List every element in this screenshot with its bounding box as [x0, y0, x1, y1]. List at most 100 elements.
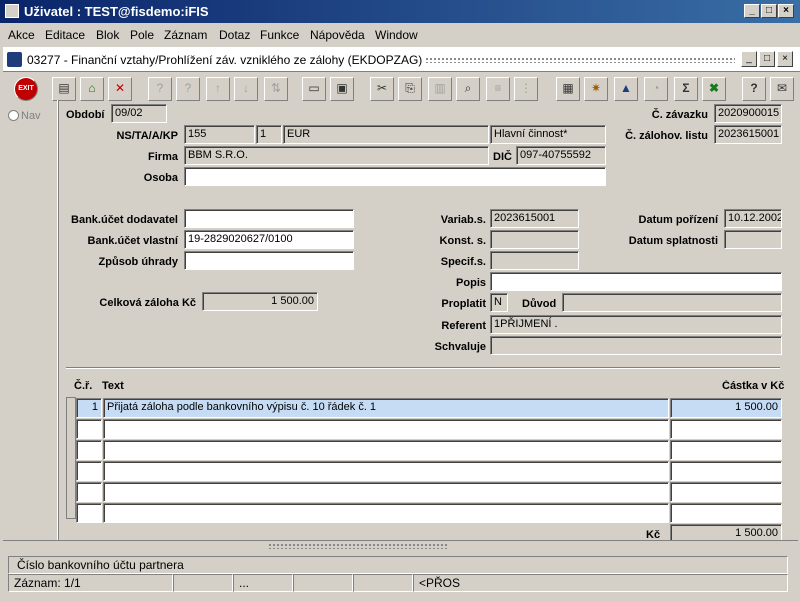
save-icon[interactable]: ⌂ [80, 77, 104, 101]
zpusob-field[interactable] [184, 251, 354, 270]
duvod-field[interactable] [562, 293, 782, 312]
exit-icon[interactable]: EXIT [14, 77, 38, 101]
form-title: 03277 - Finanční vztahy/Prohlížení záv. … [27, 53, 423, 67]
specif-field[interactable] [490, 251, 579, 270]
print-preview-icon[interactable]: ▣ [330, 77, 354, 101]
copy-icon[interactable]: ⎘ [398, 77, 422, 101]
cell-castka[interactable] [670, 440, 782, 460]
c-zavazku-field[interactable]: 2020900015 [714, 104, 782, 123]
obdobi-field[interactable]: 09/02 [111, 104, 167, 123]
label-celkova: Celková záloha Kč [99, 297, 196, 309]
minimize-button[interactable]: _ [744, 4, 760, 18]
cell-cr[interactable] [76, 419, 102, 439]
konst-field[interactable] [490, 230, 579, 249]
columns-icon[interactable]: ⋮ [514, 77, 538, 101]
insert-record-icon[interactable]: ▤ [52, 77, 76, 101]
dic-field[interactable]: 097-40755592 [516, 146, 606, 165]
sort-icon[interactable]: ⇅ [264, 77, 288, 101]
list-icon[interactable]: ≡ [486, 77, 510, 101]
left-panel [3, 100, 58, 540]
proplatit-field[interactable]: N [490, 293, 508, 312]
form-close-button[interactable]: × [777, 51, 793, 67]
delete-record-icon[interactable]: ✕ [108, 77, 132, 101]
menu-napoveda[interactable]: Nápověda [310, 28, 365, 42]
nav-label: Nav [21, 110, 41, 122]
celkova-field[interactable]: 1 500.00 [202, 292, 318, 311]
toolbar: EXIT ▤ ⌂ ✕ ? ? ↑ ↓ ⇅ ▭ ▣ ✂ ⎘ ▥ ⌕ ≡ ⋮ ▦ ✷… [8, 74, 800, 104]
cell-castka[interactable] [670, 461, 782, 481]
cell-text[interactable] [103, 503, 669, 523]
nav-radio[interactable]: Nav [8, 110, 41, 122]
chart-icon[interactable]: ▲ [614, 77, 638, 101]
referent-field[interactable]: 1PŘIJMENÍ . [490, 315, 782, 334]
form-maximize-button[interactable]: □ [759, 51, 775, 67]
find-icon[interactable]: ⌕ [456, 77, 480, 101]
help-icon[interactable]: ? [742, 77, 766, 101]
excel-icon[interactable]: ✖ [702, 77, 726, 101]
cell-castka[interactable] [670, 503, 782, 523]
schvaluje-field[interactable] [490, 336, 782, 355]
datum-spl-field[interactable] [724, 230, 782, 249]
clock-icon[interactable]: ◔ [644, 77, 668, 101]
cell-cr[interactable] [76, 482, 102, 502]
bank-dod-field[interactable] [184, 209, 354, 228]
sort-asc-icon[interactable]: ↑ [206, 77, 230, 101]
datum-por-field[interactable]: 10.12.2002 [724, 209, 782, 228]
firma-field[interactable]: BBM S.R.O. [184, 146, 489, 165]
osoba-field[interactable] [184, 167, 606, 186]
sort-desc-icon[interactable]: ↓ [234, 77, 258, 101]
separator [66, 367, 780, 369]
cell-text[interactable] [103, 482, 669, 502]
horizontal-scrollbar[interactable] [3, 540, 798, 551]
mail-icon[interactable]: ✉ [770, 77, 794, 101]
cell-text[interactable] [103, 419, 669, 439]
close-button[interactable]: × [778, 4, 794, 18]
ta-field[interactable]: 1 [256, 125, 282, 144]
ns-field[interactable]: 155 [184, 125, 255, 144]
cut-icon[interactable]: ✂ [370, 77, 394, 101]
bank-vl-field[interactable]: 19-2829020627/0100 [184, 230, 354, 249]
menu-pole[interactable]: Pole [130, 28, 154, 42]
print-icon[interactable]: ▭ [302, 77, 326, 101]
menu-funkce[interactable]: Funkce [260, 28, 299, 42]
varias-field[interactable]: 2023615001 [490, 209, 579, 228]
cell-cr[interactable] [76, 461, 102, 481]
form-minimize-button[interactable]: _ [741, 51, 757, 67]
label-obdobi: Období [66, 109, 105, 121]
label-c-zalohov: Č. zálohov. listu [625, 130, 708, 142]
cell-text[interactable] [103, 461, 669, 481]
label-proplatit: Proplatit [441, 298, 486, 310]
paste-icon[interactable]: ▥ [428, 77, 452, 101]
menu-window[interactable]: Window [375, 28, 418, 42]
query-icon[interactable]: ? [148, 77, 172, 101]
cell-cr[interactable] [76, 440, 102, 460]
window-titlebar[interactable]: Uživatel : TEST@fisdemo:iFIS _ □ × [0, 0, 800, 23]
sum-icon[interactable]: Σ [674, 77, 698, 101]
cinnost-field[interactable]: Hlavní činnost* [490, 125, 606, 144]
cell-castka[interactable] [670, 419, 782, 439]
cell-castka[interactable] [670, 482, 782, 502]
menu-dotaz[interactable]: Dotaz [219, 28, 250, 42]
cell-text[interactable]: Přijatá záloha podle bankovního výpisu č… [103, 398, 669, 418]
popis-field[interactable] [490, 272, 782, 291]
settings-icon[interactable]: ✷ [584, 77, 608, 101]
cell-cr[interactable]: 1 [76, 398, 102, 418]
label-ns: NS/TA/A/KP [116, 130, 178, 142]
cell-text[interactable] [103, 440, 669, 460]
maximize-button[interactable]: □ [761, 4, 777, 18]
menu-akce[interactable]: Akce [8, 28, 35, 42]
scroll-grip[interactable] [268, 543, 448, 549]
grid-scrollbar[interactable] [66, 397, 76, 519]
radio-icon[interactable] [8, 110, 19, 121]
cell-castka[interactable]: 1 500.00 [670, 398, 782, 418]
cell-cr[interactable] [76, 503, 102, 523]
menu-zaznam[interactable]: Záznam [164, 28, 207, 42]
menu-blok[interactable]: Blok [96, 28, 119, 42]
c-zalohov-field[interactable]: 2023615001 [714, 125, 782, 144]
query-exec-icon[interactable]: ? [176, 77, 200, 101]
calculator-icon[interactable]: ▦ [556, 77, 580, 101]
label-bank-dod: Bank.účet dodavatel [71, 214, 178, 226]
currency-field[interactable]: EUR [283, 125, 489, 144]
menu-editace[interactable]: Editace [45, 28, 85, 42]
status-cell-2 [173, 574, 233, 592]
